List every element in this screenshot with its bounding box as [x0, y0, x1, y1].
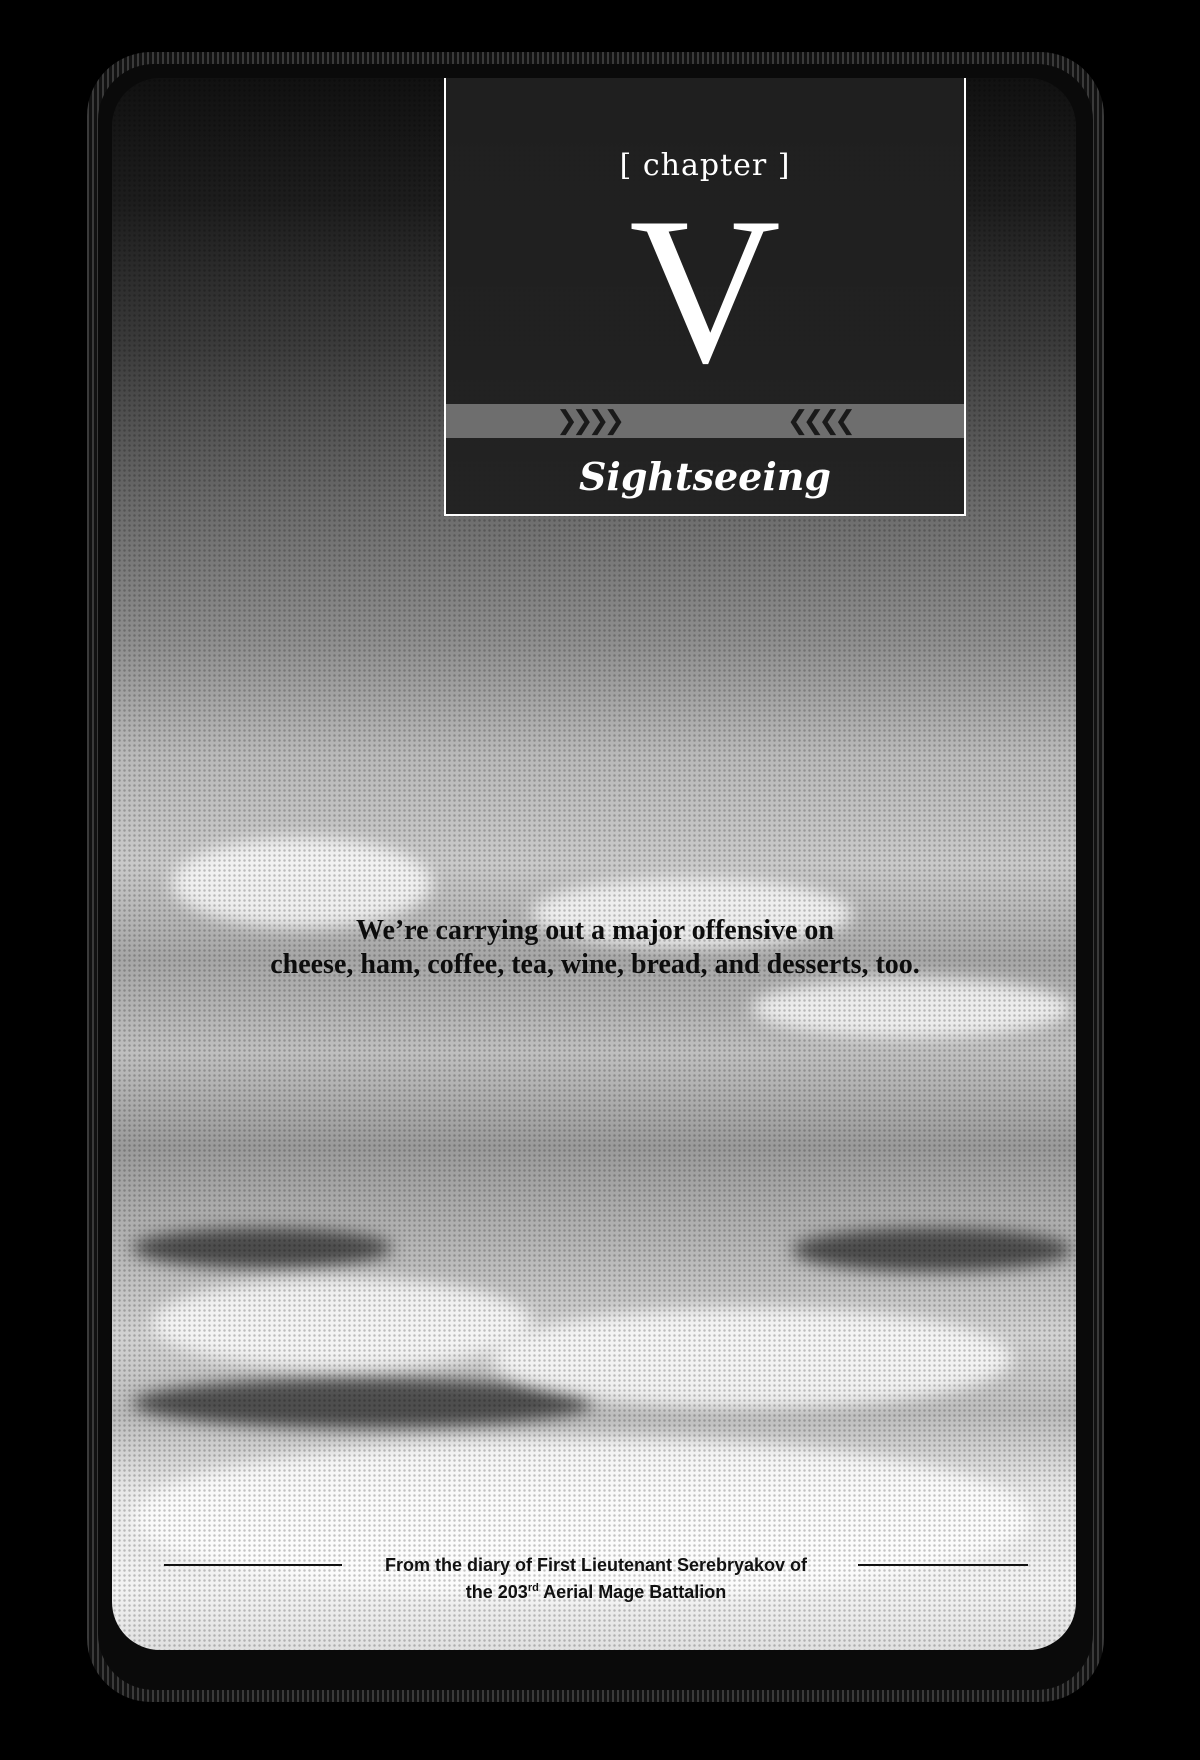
chapter-title: Sightseeing [578, 454, 831, 499]
chevrons-left-icon: ❮❮❮❮ [786, 406, 856, 436]
attribution-line: the 203rd Aerial Mage Battalion [160, 1579, 1032, 1606]
attribution-suffix: Aerial Mage Battalion [538, 1582, 727, 1602]
epigraph-quote: We’re carrying out a major offensive on … [140, 914, 1050, 982]
ornamental-divider: ❯❯❯❯ ❮❮❮❮ [446, 404, 964, 438]
quote-line: We’re carrying out a major offensive on [356, 915, 834, 946]
sky-illustration: [ chapter ] V ❯❯❯❯ ❮❮❮❮ Sightseeing We’r… [112, 78, 1076, 1650]
chapter-numeral: V [629, 175, 781, 407]
attribution-prefix: the 203 [465, 1582, 528, 1602]
chevrons-right-icon: ❯❯❯❯ [556, 406, 625, 436]
epigraph-attribution: From the diary of First Lieutenant Sereb… [160, 1552, 1032, 1606]
quote-line: cheese, ham, coffee, tea, wine, bread, a… [270, 949, 920, 980]
ordinal-suffix: rd [527, 1582, 539, 1594]
chapter-header-box: [ chapter ] V ❯❯❯❯ ❮❮❮❮ Sightseeing [444, 78, 966, 516]
attribution-line: From the diary of First Lieutenant Sereb… [384, 1555, 808, 1575]
